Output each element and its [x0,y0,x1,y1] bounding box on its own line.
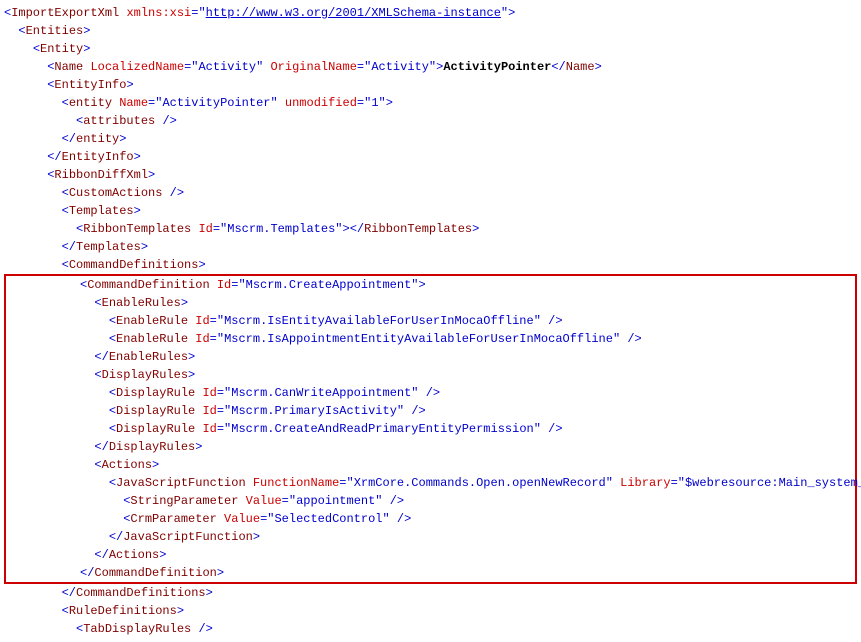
xml-line: </CommandDefinitions> [4,584,857,602]
xml-line: <DisplayRule Id="Mscrm.PrimaryIsActivity… [8,402,853,420]
xml-line: <CrmParameter Value="SelectedControl" /> [8,510,853,528]
xml-line: <EnableRule Id="Mscrm.IsAppointmentEntit… [8,330,853,348]
xml-line: <CustomActions /> [4,184,857,202]
xml-line: <RibbonTemplates Id="Mscrm.Templates"></… [4,220,857,238]
xml-line: <TabDisplayRules /> [4,620,857,638]
xml-line: <attributes /> [4,112,857,130]
xml-line: <ImportExportXml xmlns:xsi="http://www.w… [4,4,857,22]
xml-line: <Templates> [4,202,857,220]
highlighted-command-definition: <CommandDefinition Id="Mscrm.CreateAppoi… [4,274,857,584]
xml-line: <Name LocalizedName="Activity" OriginalN… [4,58,857,76]
xml-line: </EntityInfo> [4,148,857,166]
xml-line: </entity> [4,130,857,148]
xml-line: <EntityInfo> [4,76,857,94]
xml-line: </Actions> [8,546,853,564]
xml-tree: <ImportExportXml xmlns:xsi="http://www.w… [4,4,857,638]
xml-line: <CommandDefinition Id="Mscrm.CreateAppoi… [8,276,853,294]
xml-line: </Templates> [4,238,857,256]
xml-line: <EnableRule Id="Mscrm.IsEntityAvailableF… [8,312,853,330]
xml-line: <StringParameter Value="appointment" /> [8,492,853,510]
xml-line: <CommandDefinitions> [4,256,857,274]
xml-line: <entity Name="ActivityPointer" unmodifie… [4,94,857,112]
xml-line: <RibbonDiffXml> [4,166,857,184]
xml-line: <DisplayRule Id="Mscrm.CreateAndReadPrim… [8,420,853,438]
xml-line: </EnableRules> [8,348,853,366]
xml-line: </JavaScriptFunction> [8,528,853,546]
xml-line: <DisplayRules> [8,366,853,384]
xml-line: <EnableRules> [8,294,853,312]
xml-line: </CommandDefinition> [8,564,853,582]
schema-url[interactable]: http://www.w3.org/2001/XMLSchema-instanc… [206,6,501,20]
xml-line: <Entity> [4,40,857,58]
xml-line: <DisplayRule Id="Mscrm.CanWriteAppointme… [8,384,853,402]
xml-line: <JavaScriptFunction FunctionName="XrmCor… [8,474,853,492]
xml-line: <Entities> [4,22,857,40]
xml-line: <Actions> [8,456,853,474]
xml-line: <RuleDefinitions> [4,602,857,620]
xml-line: </DisplayRules> [8,438,853,456]
